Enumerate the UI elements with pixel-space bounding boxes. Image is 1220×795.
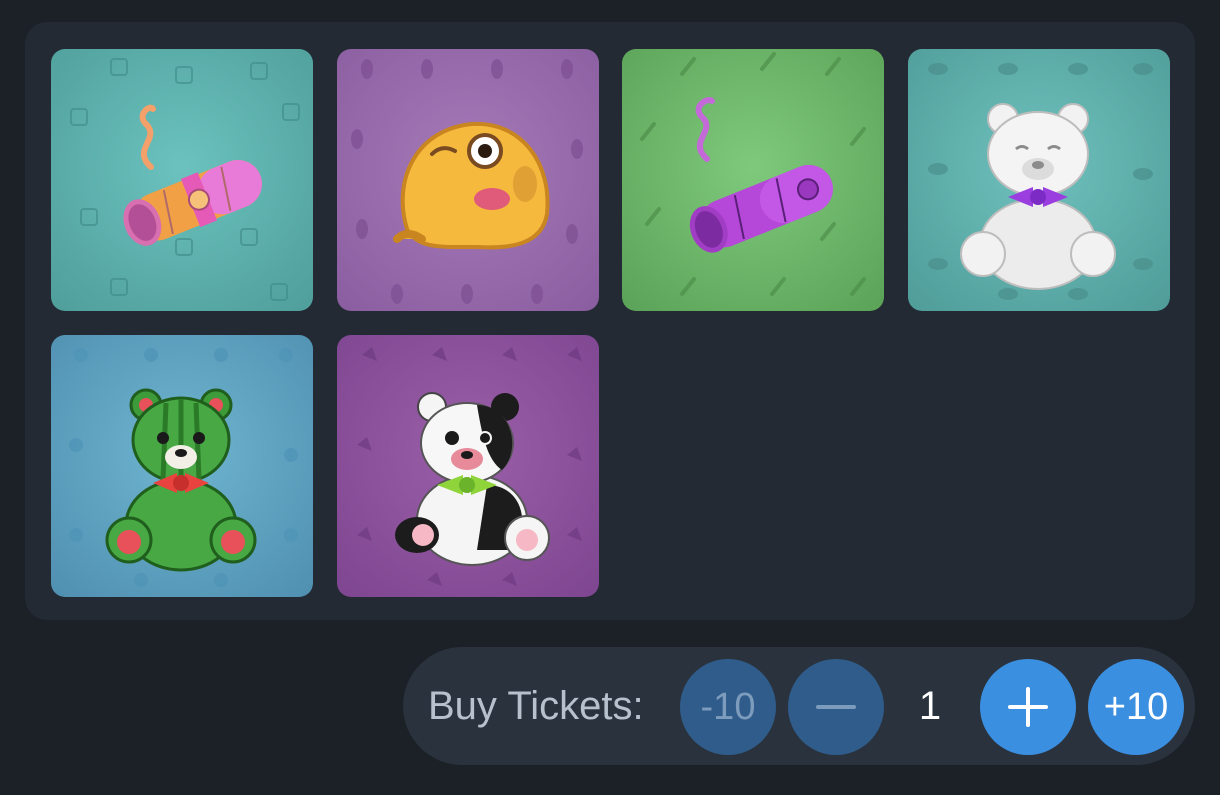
white-bear-icon: [960, 103, 1116, 290]
watermelon-bear-icon: [105, 388, 257, 572]
gift-card[interactable]: [337, 335, 599, 597]
gift-card[interactable]: [622, 49, 884, 311]
buy-tickets-label: Buy Tickets:: [428, 684, 644, 728]
cigar-icon: [689, 97, 833, 253]
gift-card[interactable]: [51, 49, 313, 311]
decrement-button[interactable]: [788, 659, 884, 755]
toad-icon: [393, 121, 550, 250]
minus-ten-button[interactable]: -10: [680, 659, 776, 755]
plus-ten-button[interactable]: +10: [1088, 659, 1184, 755]
minus-ten-label: -10: [700, 685, 756, 728]
increment-button[interactable]: [980, 659, 1076, 755]
buy-tickets-bar: Buy Tickets: -10 1 +10: [403, 647, 1195, 765]
gift-card[interactable]: [51, 335, 313, 597]
gift-grid-panel: [25, 22, 1195, 620]
minus-icon: [816, 705, 856, 709]
cigar-icon: [123, 104, 262, 246]
gift-card[interactable]: [337, 49, 599, 311]
plus-ten-label: +10: [1103, 685, 1169, 728]
ticket-count: 1: [918, 684, 942, 728]
plus-icon: [1008, 687, 1048, 727]
gift-card[interactable]: [908, 49, 1170, 311]
panda-bear-icon: [395, 392, 550, 566]
